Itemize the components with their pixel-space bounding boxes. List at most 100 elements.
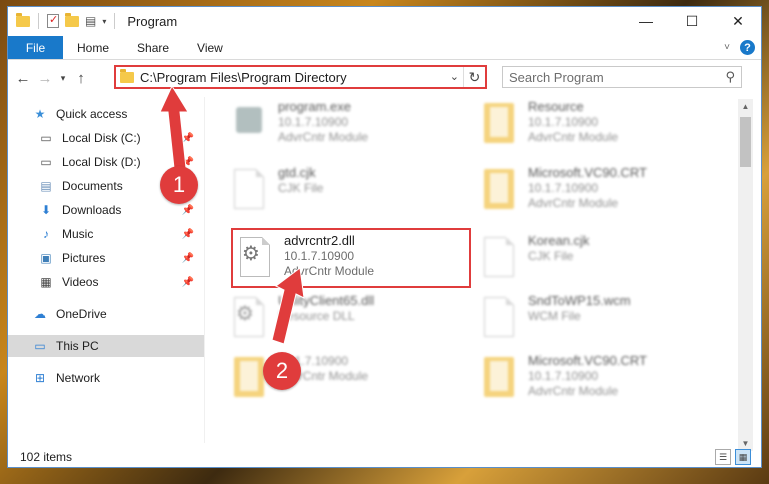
network-icon: ⊞ xyxy=(34,371,46,385)
back-arrow-icon[interactable]: ← xyxy=(12,70,34,87)
window-title: Program xyxy=(127,13,178,29)
scroll-thumb[interactable] xyxy=(740,117,751,167)
file-name: UtilityClient65.dll xyxy=(278,293,375,308)
file-version: 10.1.7.10900 xyxy=(528,369,599,383)
navigation-bar: ← → ▾ ↑ C:\Program Files\Program Directo… xyxy=(8,65,761,91)
minimize-button[interactable]: — xyxy=(623,7,669,35)
file-item[interactable]: Korean.cjk CJK File xyxy=(480,233,720,291)
step-2-badge: 2 xyxy=(263,352,301,390)
documents-icon: ▤ xyxy=(40,179,52,193)
up-arrow-icon[interactable]: ↑ xyxy=(70,70,92,87)
tab-home[interactable]: Home xyxy=(63,36,123,59)
tab-file[interactable]: File xyxy=(8,36,63,59)
pane-divider[interactable] xyxy=(204,97,205,443)
separator xyxy=(38,13,39,29)
document-icon xyxy=(480,293,518,341)
file-type: CJK File xyxy=(528,249,574,263)
new-folder-icon[interactable] xyxy=(65,12,79,27)
customize-toolbar-icon[interactable]: ▾ xyxy=(102,17,106,26)
quick-access-toolbar: ▤ ▾ xyxy=(8,12,117,29)
folder-icon xyxy=(480,99,518,147)
file-version: 10.1.7.10900 xyxy=(278,115,349,129)
sidebar-item-label: Network xyxy=(56,371,101,385)
item-count: 102 items xyxy=(20,450,73,464)
separator xyxy=(114,13,116,29)
pin-icon: 📌 xyxy=(181,276,194,288)
sidebar-item-label: This PC xyxy=(56,339,99,353)
sidebar-item-label: Local Disk (C:) xyxy=(62,131,141,145)
sidebar-item-label: Quick access xyxy=(56,107,128,121)
title-bar: ▤ ▾ Program — ☐ ✕ xyxy=(8,7,761,35)
expand-ribbon-icon[interactable]: ˅ xyxy=(724,42,730,53)
file-item[interactable]: program.exe 10.1.7.10900 AdvrCntr Module xyxy=(230,99,470,157)
sidebar-item-label: Pictures xyxy=(62,251,106,265)
sidebar-item-local-disk-c[interactable]: ▭ Local Disk (C:) 📌 xyxy=(8,127,204,149)
sidebar-item-this-pc[interactable]: ▭ This PC xyxy=(8,335,204,357)
file-item[interactable]: Resource 10.1.7.10900 AdvrCntr Module xyxy=(480,99,720,157)
sidebar-item-label: OneDrive xyxy=(56,307,107,321)
file-type: AdvrCntr Module xyxy=(528,130,619,144)
sidebar-item-onedrive[interactable]: ☁ OneDrive xyxy=(8,303,204,325)
sidebar-item-videos[interactable]: ▦ Videos 📌 xyxy=(8,271,204,293)
folder-icon xyxy=(480,165,518,213)
scroll-up-icon[interactable]: ▲ xyxy=(738,99,753,114)
address-bar[interactable]: C:\Program Files\Program Directory ⌄ ↻ xyxy=(114,65,487,89)
file-item[interactable]: Microsoft.VC90.CRT 10.1.7.10900 AdvrCntr… xyxy=(480,165,720,223)
step-1-badge: 1 xyxy=(160,166,198,204)
view-toggle: ☰ ▦ xyxy=(715,449,751,465)
file-type: AdvrCntr Module xyxy=(278,130,369,144)
download-icon: ⬇ xyxy=(40,203,52,217)
file-name: SndToWP15.wcm xyxy=(528,293,631,308)
sidebar-item-music[interactable]: ♪ Music 📌 xyxy=(8,223,204,245)
sidebar-item-label: Music xyxy=(62,227,94,241)
refresh-icon[interactable]: ↻ xyxy=(463,67,485,87)
file-type: AdvrCntr Module xyxy=(528,384,619,398)
star-icon: ★ xyxy=(34,107,46,121)
file-item[interactable]: SndToWP15.wcm WCM File xyxy=(480,293,720,351)
file-version: 10.1.7.10900 xyxy=(528,115,599,129)
tab-view[interactable]: View xyxy=(183,36,237,59)
help-icon[interactable]: ? xyxy=(740,40,755,55)
close-button[interactable]: ✕ xyxy=(715,7,761,35)
file-version: 10.1.7.10900 xyxy=(528,181,599,195)
computer-icon: ▭ xyxy=(34,339,46,353)
address-dropdown-icon[interactable]: ⌄ xyxy=(450,70,459,83)
file-name: Korean.cjk xyxy=(528,233,590,248)
folder-icon xyxy=(480,353,518,401)
vertical-scrollbar[interactable]: ▲ ▼ xyxy=(738,99,753,451)
explorer-window: ▤ ▾ Program — ☐ ✕ File Home Share View ˅… xyxy=(7,6,762,468)
sidebar-item-label: Documents xyxy=(62,179,123,193)
sidebar-item-label: Videos xyxy=(62,275,99,289)
file-name: Resource xyxy=(528,99,584,114)
drive-icon: ▭ xyxy=(40,131,52,145)
file-type: WCM File xyxy=(528,309,581,323)
address-path[interactable]: C:\Program Files\Program Directory xyxy=(140,70,347,85)
file-item[interactable]: gtd.cjk CJK File xyxy=(230,165,470,223)
pin-icon: 📌 xyxy=(181,252,194,264)
navigation-pane: ★ Quick access ▭ Local Disk (C:) 📌 ▭ Loc… xyxy=(8,103,204,443)
properties-icon[interactable] xyxy=(47,13,59,28)
cloud-icon: ☁ xyxy=(34,307,46,321)
ribbon-right-controls: ˅ ? xyxy=(724,40,755,55)
file-name: Microsoft.VC90.CRT xyxy=(528,165,647,180)
sidebar-item-quick-access[interactable]: ★ Quick access xyxy=(8,103,204,125)
status-bar: 102 items ☰ ▦ xyxy=(8,447,761,467)
folder-icon xyxy=(16,12,30,27)
highlight-box xyxy=(231,228,471,288)
forward-arrow-icon[interactable]: → xyxy=(34,70,56,87)
tab-share[interactable]: Share xyxy=(123,36,183,59)
file-item[interactable]: Microsoft.VC90.CRT 10.1.7.10900 AdvrCntr… xyxy=(480,353,720,411)
tiles-view-icon[interactable]: ▦ xyxy=(735,449,751,465)
details-view-icon[interactable]: ☰ xyxy=(715,449,731,465)
sidebar-item-pictures[interactable]: ▣ Pictures 📌 xyxy=(8,247,204,269)
recent-locations-icon[interactable]: ▾ xyxy=(56,73,70,84)
file-type: AdvrCntr Module xyxy=(528,196,619,210)
sidebar-item-network[interactable]: ⊞ Network xyxy=(8,367,204,389)
search-input[interactable]: Search Program ⚲ xyxy=(502,66,742,88)
view-options-icon[interactable]: ▤ xyxy=(85,14,96,28)
search-icon[interactable]: ⚲ xyxy=(725,69,735,85)
maximize-button[interactable]: ☐ xyxy=(669,7,715,35)
pin-icon: 📌 xyxy=(181,204,194,216)
gear-file-icon: ⚙ xyxy=(230,293,268,341)
file-item[interactable]: ⚙ UtilityClient65.dll Resource DLL xyxy=(230,293,470,351)
